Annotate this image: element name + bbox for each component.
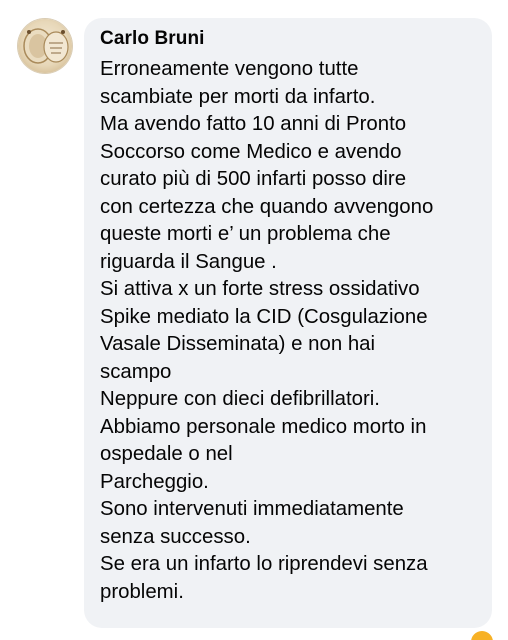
comment-line: Si attiva x un forte stress ossidativo	[100, 278, 420, 300]
emoji-reaction-icon[interactable]	[471, 631, 493, 640]
comment-line: Se era un infarto lo riprendevi senza	[100, 553, 428, 575]
comment-line: Vasale Disseminata) e non hai	[100, 333, 376, 355]
comment-line: Parcheggio.	[100, 470, 209, 493]
profile-picture	[23, 28, 69, 64]
comment-line: queste morti e’ un problema che	[100, 223, 391, 245]
comment-bubble: Carlo Bruni Erroneamente vengono tutte sc…	[84, 18, 492, 628]
comment-text: Erroneamente vengono tutte scambiate per …	[100, 56, 476, 606]
comment-line: Sono intervenuti immediatamente	[100, 498, 404, 520]
comment-line: curato più di 500 infarti posso dire	[100, 168, 407, 190]
avatar[interactable]	[18, 19, 72, 73]
comment-line: Ma avendo fatto 10 anni di Pronto	[100, 113, 407, 135]
comment-line: Spike mediato la CID (Cosgulazione	[100, 305, 428, 328]
comment-line: Erroneamente vengono tutte	[100, 58, 359, 80]
comment-line: riguarda il Sangue .	[100, 250, 277, 273]
comment-author[interactable]: Carlo Bruni	[100, 27, 476, 51]
comment-line: con certezza che quando avvengono	[100, 195, 434, 218]
comment-line: senza successo.	[100, 525, 251, 548]
comment-line: Abbiamo personale medico morto in	[100, 415, 427, 438]
comment-line: Soccorso come Medico e avendo	[100, 140, 402, 163]
comment-line: scampo	[100, 360, 172, 383]
comment-thread: Carlo Bruni Erroneamente vengono tutte sc…	[0, 0, 508, 640]
comment-line: scambiate per morti da infarto.	[100, 85, 376, 108]
comment-line: ospedale o nel	[100, 443, 233, 465]
comment-line: problemi.	[100, 580, 184, 603]
comment-line: Neppure con dieci defibrillatori.	[100, 388, 380, 410]
